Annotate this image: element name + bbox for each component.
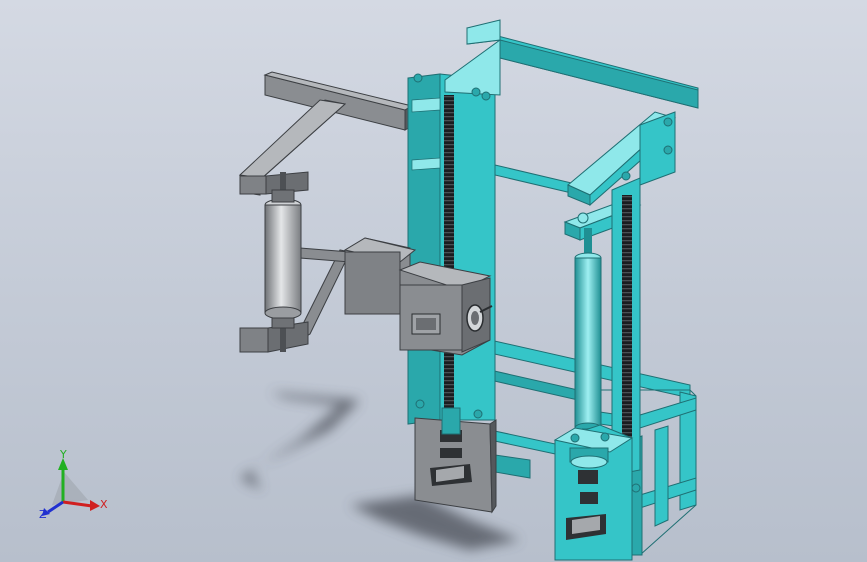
cyan-roller-shaft[interactable] — [574, 228, 602, 448]
central-base-housing[interactable] — [414, 407, 497, 514]
left-arm-top-bar[interactable] — [263, 71, 414, 131]
gray-roller-cylinder[interactable] — [264, 198, 302, 320]
central-lead-screw[interactable] — [444, 95, 454, 415]
3d-model-scene[interactable]: Y X Z — [0, 0, 867, 562]
carriage-connector[interactable] — [411, 313, 441, 335]
right-base-housing[interactable] — [553, 424, 641, 561]
cad-viewport[interactable]: Y X Z — [0, 0, 867, 562]
z-axis-label: Z — [39, 508, 47, 521]
coordinate-triad: Y X Z — [39, 448, 108, 521]
right-frame-top-beam[interactable] — [466, 19, 699, 109]
x-axis-arrow — [62, 500, 93, 508]
right-guide-column[interactable] — [611, 171, 641, 476]
y-axis-label: Y — [59, 448, 67, 461]
x-axis-arrowhead — [90, 500, 100, 511]
triad-plane — [52, 472, 88, 505]
x-axis-label: X — [100, 498, 108, 511]
right-frame-middle-rail[interactable] — [494, 164, 581, 196]
left-arm-upper-bracket[interactable] — [238, 99, 347, 196]
